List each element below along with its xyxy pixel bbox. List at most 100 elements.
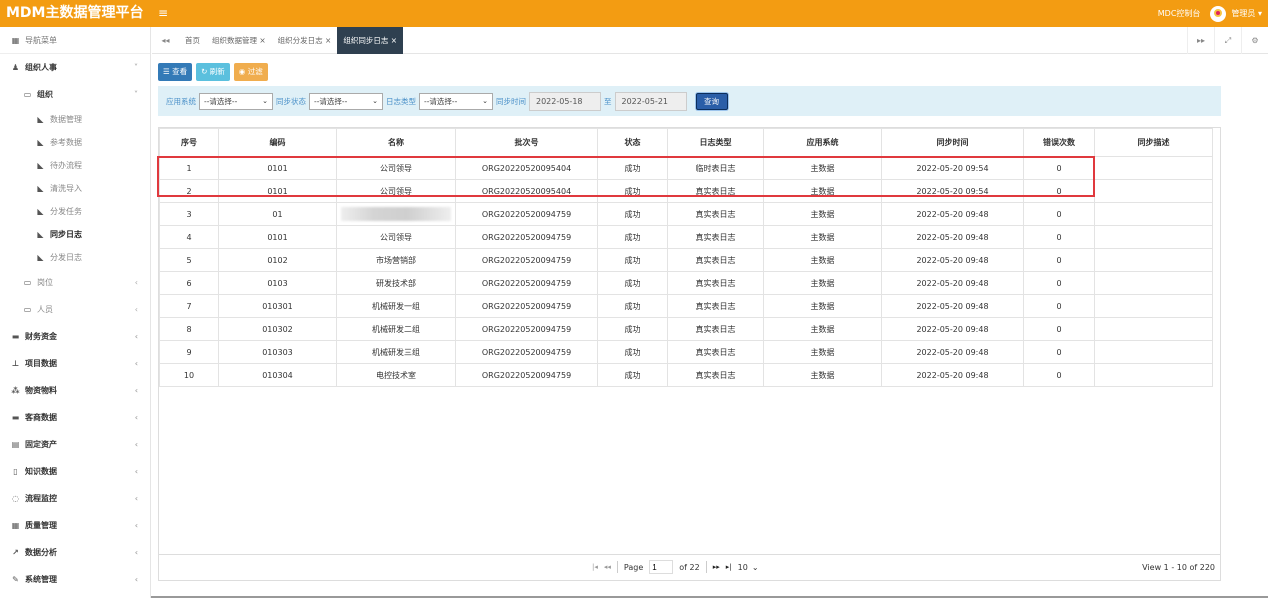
sidebar-item-quality[interactable]: ▦ 质量管理 ‹	[0, 512, 150, 539]
menu-toggle-icon[interactable]: ≡	[158, 6, 168, 20]
chevron-left-icon: ‹	[134, 467, 138, 476]
sidebar-item-label: 质量管理	[25, 521, 57, 530]
table-cell: 9	[159, 340, 219, 364]
column-header[interactable]: 日志类型	[667, 128, 764, 157]
tab-org-dispatch-log[interactable]: 组织分发日志 ×	[272, 27, 338, 54]
table-row[interactable]: 10 010304 电控技术室 ORG20220520094759 成功 真实表日志 主数据…	[159, 363, 1213, 387]
sidebar-item-label: 物资物料	[25, 386, 57, 395]
sidebar-item-position[interactable]: ▭ 岗位 ‹	[0, 269, 150, 296]
column-header[interactable]: 应用系统	[763, 128, 882, 157]
first-page-icon[interactable]: |◂	[592, 563, 598, 571]
sidebar-item-system[interactable]: ✎ 系统管理 ‹	[0, 566, 150, 593]
table-cell: 010301	[218, 294, 337, 318]
table-row[interactable]: 8 010302 机械研发二组 ORG20220520094759 成功 真实表日志 主数据…	[159, 317, 1213, 341]
table-row[interactable]: 4 0101 公司领导 ORG20220520094759 成功 真实表日志 主数据 2022…	[159, 225, 1213, 249]
tag-icon: ◣	[37, 161, 44, 170]
tab-scroll-left-icon[interactable]: ◂◂	[152, 27, 179, 54]
sidebar-item-fixed-assets[interactable]: ▤ 固定资产 ‹	[0, 431, 150, 458]
sidebar-item-personnel[interactable]: ▭ 人员 ‹	[0, 296, 150, 323]
next-page-icon[interactable]: ▸▸	[713, 563, 720, 571]
sidebar-item-dispatch-task[interactable]: ◣ 分发任务	[0, 200, 150, 223]
sidebar-item-materials[interactable]: ⁂ 物资物料 ‹	[0, 377, 150, 404]
sidebar-item-pending-flow[interactable]: ◣ 待办流程	[0, 154, 150, 177]
table-cell: 7	[159, 294, 219, 318]
table-cell: 真实表日志	[667, 179, 764, 203]
sidebar-item-analytics[interactable]: ↗ 数据分析 ‹	[0, 539, 150, 566]
table-cell: 真实表日志	[667, 202, 764, 226]
spinner-icon: ◌	[12, 494, 19, 503]
date-to-input[interactable]: 2022-05-21	[614, 91, 687, 111]
column-header[interactable]: 状态	[597, 128, 668, 157]
sidebar-item-knowledge[interactable]: ▯ 知识数据 ‹	[0, 458, 150, 485]
column-header[interactable]: 编码	[218, 128, 337, 157]
table-cell: 主数据	[763, 202, 882, 226]
tab-scroll-right-icon[interactable]: ▸▸	[1187, 27, 1214, 54]
server-icon: ▤	[11, 440, 20, 449]
control-console-link[interactable]: MDC控制台	[1158, 8, 1201, 19]
wrench-icon: ✎	[12, 575, 19, 584]
sidebar-item-flow-monitor[interactable]: ◌ 流程监控 ‹	[0, 485, 150, 512]
list-icon: ▦	[11, 521, 20, 530]
table-row[interactable]: 7 010301 机械研发一组 ORG20220520094759 成功 真实表日志 主数据…	[159, 294, 1213, 318]
column-header[interactable]: 名称	[336, 128, 456, 157]
tag-icon: ◣	[37, 138, 44, 147]
page-input[interactable]	[649, 560, 674, 574]
sidebar-item-reference-data[interactable]: ◣ 参考数据	[0, 131, 150, 154]
table-row[interactable]: 5 0102 市场营销部 ORG20220520094759 成功 真实表日志 主数据 202…	[159, 248, 1213, 272]
column-header[interactable]: 同步描述	[1094, 128, 1213, 157]
table-cell: ORG20220520094759	[455, 225, 598, 249]
table-cell: 主数据	[763, 363, 882, 387]
sidebar-item-finance[interactable]: ▬ 财务资金 ‹	[0, 323, 150, 350]
refresh-button[interactable]: ↻ 刷新	[196, 63, 230, 81]
table-cell: 成功	[597, 317, 668, 341]
table-row[interactable]: 1 0101 公司领导 ORG20220520095404 成功 临时表日志 主数据 2022…	[159, 156, 1213, 180]
table-row[interactable]: 6 0103 研发技术部 ORG20220520094759 成功 真实表日志 主数据 202…	[159, 271, 1213, 295]
chevron-left-icon: ‹	[134, 548, 138, 557]
sidebar-item-label: 客商数据	[25, 413, 57, 422]
fullscreen-icon[interactable]: ⤢	[1214, 27, 1241, 54]
sidebar-item-org[interactable]: ▭ 组织 ˅	[0, 81, 150, 108]
column-header[interactable]: 序号	[159, 128, 219, 157]
column-header[interactable]: 错误次数	[1023, 128, 1095, 157]
column-header[interactable]: 同步时间	[881, 128, 1024, 157]
tab-home[interactable]: 首页	[179, 27, 206, 54]
chevron-left-icon: ‹	[134, 575, 138, 584]
log-type-select[interactable]: --请选择-- ⌄	[419, 92, 493, 110]
page-size-select[interactable]: 10 ⌄	[738, 563, 759, 572]
prev-page-icon[interactable]: ◂◂	[604, 563, 611, 571]
app-brand[interactable]: MDM主数据管理平台	[0, 0, 151, 27]
sidebar-item-clean-import[interactable]: ◣ 清洗导入	[0, 177, 150, 200]
tab-org-sync-log[interactable]: 组织同步日志 ×	[337, 27, 404, 54]
app-system-select[interactable]: --请选择-- ⌄	[199, 92, 273, 110]
sidebar-item-org-personnel[interactable]: ♟ 组织人事 ˅	[0, 54, 150, 81]
table-cell: 8	[159, 317, 219, 341]
column-header[interactable]: 批次号	[455, 128, 598, 157]
sidebar-item-project[interactable]: ⊥ 项目数据 ‹	[0, 350, 150, 377]
sync-status-select[interactable]: --请选择-- ⌄	[309, 92, 383, 110]
table-row[interactable]: 9 010303 机械研发三组 ORG20220520094759 成功 真实表日志 主数据…	[159, 340, 1213, 364]
date-from-input[interactable]: 2022-05-18	[529, 91, 601, 111]
query-button[interactable]: 查询	[695, 92, 728, 110]
table-cell: 主数据	[763, 340, 882, 364]
table-row[interactable]: 3 01 ORG20220520094759 成功 真实表日志 主数据 2022-05-20…	[159, 202, 1213, 226]
tab-org-data-management[interactable]: 组织数据管理 ×	[206, 27, 272, 54]
last-page-icon[interactable]: ▸|	[726, 563, 732, 571]
sidebar-item-customers[interactable]: ▬ 客商数据 ‹	[0, 404, 150, 431]
filter-button[interactable]: ◉ 过滤	[233, 63, 268, 81]
sidebar-item-dispatch-log[interactable]: ◣ 分发日志	[0, 246, 150, 269]
sidebar-item-data-management[interactable]: ◣ 数据管理	[0, 108, 150, 131]
user-menu[interactable]: 管理员 ▾	[1210, 5, 1262, 22]
gear-icon[interactable]: ⚙	[1241, 27, 1268, 54]
view-button[interactable]: ☰ 查看	[158, 63, 193, 81]
tab-strip: ◂◂ 首页 组织数据管理 × 组织分发日志 × 组织同步日志 × ▸▸ ⤢ ⚙	[152, 27, 1268, 54]
sidebar-item-label: 清洗导入	[50, 184, 82, 193]
table-cell: ORG20220520094759	[455, 202, 598, 226]
table-cell: 真实表日志	[667, 363, 764, 387]
line-chart-icon: ↗	[12, 548, 19, 557]
table-row[interactable]: 2 0101 公司领导 ORG20220520095404 成功 真实表日志 主数据 2022…	[159, 179, 1213, 203]
redacted-name	[341, 207, 451, 221]
sidebar-item-sync-log[interactable]: ◣ 同步日志	[0, 223, 150, 246]
select-value: --请选择--	[314, 96, 348, 106]
table-cell	[1094, 271, 1213, 295]
table-cell: 010303	[218, 340, 337, 364]
